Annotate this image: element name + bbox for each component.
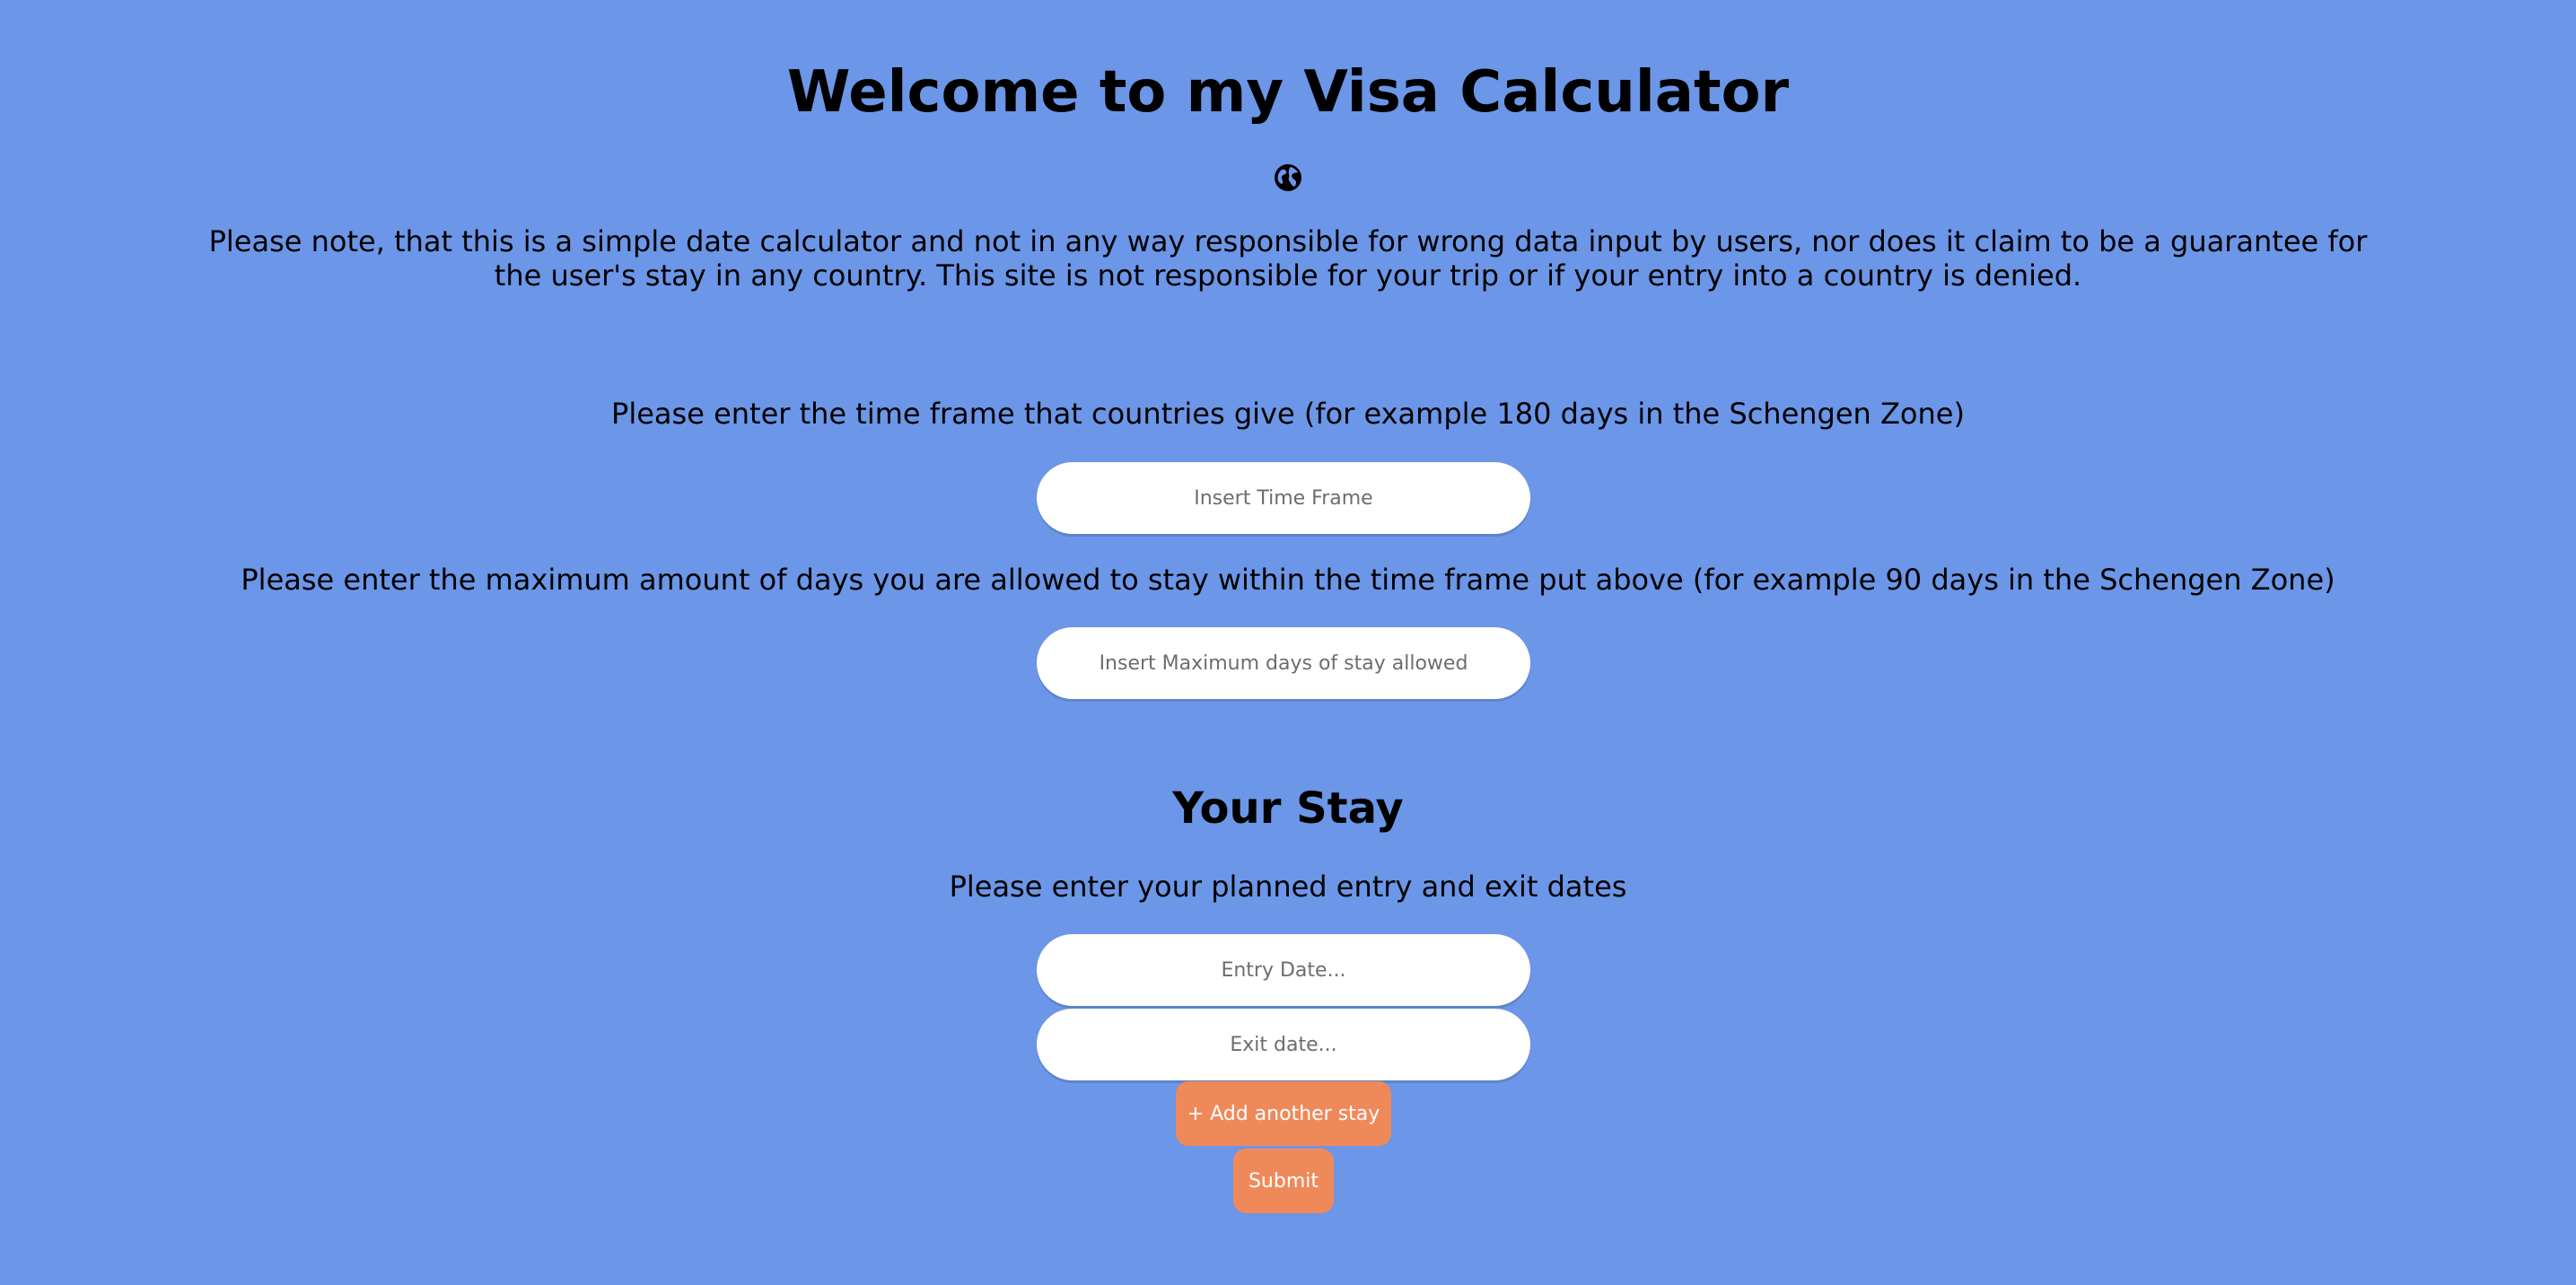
stay-dates-prompt: Please enter your planned entry and exit…	[949, 870, 1627, 904]
page-title: Welcome to my Visa Calculator	[786, 59, 1790, 126]
add-another-stay-button[interactable]: + Add another stay	[1176, 1081, 1391, 1146]
max-days-prompt: Please enter the maximum amount of days …	[241, 563, 2335, 597]
entry-date-input[interactable]	[1037, 934, 1530, 1006]
globe-container	[0, 163, 2576, 199]
disclaimer-line-2: the user's stay in any country. This sit…	[494, 258, 2082, 293]
time-frame-prompt: Please enter the time frame that countri…	[611, 397, 1965, 431]
exit-date-input[interactable]	[1037, 1009, 1530, 1080]
visa-calculator-page: Welcome to my Visa Calculator Please not…	[0, 0, 2576, 1285]
globe-icon	[1275, 164, 1301, 191]
your-stay-heading: Your Stay	[1172, 783, 1404, 834]
submit-button[interactable]: Submit	[1233, 1149, 1334, 1213]
max-days-input[interactable]	[1037, 627, 1530, 699]
disclaimer-line-1: Please note, that this is a simple date …	[208, 224, 2368, 258]
time-frame-input[interactable]	[1037, 462, 1530, 534]
disclaimer-text: Please note, that this is a simple date …	[0, 224, 2576, 293]
